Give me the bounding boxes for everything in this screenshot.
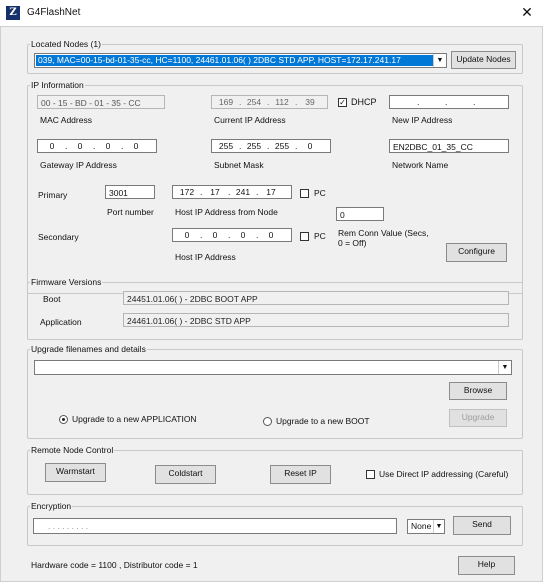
primary-pc-checkbox[interactable] bbox=[300, 189, 309, 198]
secondary-ip-octet-2: 0 bbox=[212, 230, 218, 240]
primary-pc-label: PC bbox=[314, 188, 326, 198]
port-number-label: Port number bbox=[107, 207, 154, 217]
direct-ip-label: Use Direct IP addressing (Careful) bbox=[379, 469, 509, 479]
secondary-label: Secondary bbox=[38, 232, 79, 242]
network-name-label: Network Name bbox=[392, 160, 449, 170]
new-ip-field[interactable]: . . . bbox=[389, 95, 509, 109]
mac-address-field: 00 - 15 - BD - 01 - 35 - CC bbox=[37, 95, 165, 109]
located-nodes-legend: Located Nodes (1) bbox=[30, 39, 102, 50]
subnet-octet-4: 0 bbox=[307, 141, 313, 151]
upgrade-filename-dropdown[interactable]: ▼ bbox=[34, 360, 512, 375]
rem-conn-label: Rem Conn Value (Secs, 0 = Off) bbox=[338, 228, 429, 248]
host-ip-octet-4: 17 bbox=[266, 187, 276, 197]
gateway-ip-octet-4: 0 bbox=[133, 141, 139, 151]
window-title: G4FlashNet bbox=[27, 7, 81, 18]
gateway-ip-octet-1: 0 bbox=[49, 141, 55, 151]
current-ip-label: Current IP Address bbox=[214, 115, 286, 125]
firmware-versions-legend: Firmware Versions bbox=[30, 277, 103, 288]
current-ip-octet-3: 112 bbox=[275, 97, 289, 107]
subnet-mask-field[interactable]: 255 . 255 . 255 . 0 bbox=[211, 139, 331, 153]
mac-address-label: MAC Address bbox=[40, 115, 92, 125]
update-nodes-button[interactable]: Update Nodes bbox=[451, 51, 516, 69]
host-ip-octet-2: 17 bbox=[210, 187, 220, 197]
current-ip-field: 169 . 254 . 112 . 39 bbox=[211, 95, 328, 109]
main-window: Located Nodes (1) 039, MAC=00-15-bd-01-3… bbox=[0, 26, 543, 582]
subnet-octet-1: 255 bbox=[218, 141, 234, 151]
gateway-ip-octet-2: 0 bbox=[77, 141, 83, 151]
secondary-ip-octet-4: 0 bbox=[268, 230, 274, 240]
located-nodes-dropdown[interactable]: 039, MAC=00-15-bd-01-35-cc, HC=1100, 244… bbox=[34, 53, 447, 68]
gateway-ip-octet-3: 0 bbox=[105, 141, 111, 151]
secondary-host-ip-label: Host IP Address bbox=[175, 252, 236, 262]
dhcp-checkbox[interactable]: ✓ bbox=[338, 98, 347, 107]
selected-node-text: 039, MAC=00-15-bd-01-35-cc, HC=1100, 244… bbox=[36, 55, 433, 66]
chevron-down-icon[interactable]: ▼ bbox=[498, 361, 511, 374]
rem-conn-value-field[interactable]: 0 bbox=[336, 207, 384, 221]
ip-separator: . bbox=[445, 97, 448, 107]
close-icon[interactable]: ✕ bbox=[518, 3, 536, 21]
current-ip-octet-1: 169 bbox=[218, 97, 234, 107]
secondary-ip-octet-1: 0 bbox=[184, 230, 190, 240]
app-logo-icon: Z bbox=[6, 6, 20, 20]
subnet-octet-2: 255 bbox=[246, 141, 262, 151]
current-ip-octet-2: 254 bbox=[246, 97, 262, 107]
secondary-host-ip-field[interactable]: 0 . 0 . 0 . 0 bbox=[172, 228, 292, 242]
send-button[interactable]: Send bbox=[453, 516, 511, 535]
host-ip-octet-3: 241 bbox=[235, 187, 251, 197]
gateway-ip-field[interactable]: 0 . 0 . 0 . 0 bbox=[37, 139, 157, 153]
subnet-octet-3: 255 bbox=[274, 141, 290, 151]
port-number-field[interactable]: 3001 bbox=[105, 185, 155, 199]
secondary-ip-octet-3: 0 bbox=[240, 230, 246, 240]
upgrade-legend: Upgrade filenames and details bbox=[30, 344, 147, 355]
network-name-field[interactable]: EN2DBC_01_35_CC bbox=[389, 139, 509, 153]
host-ip-octet-1: 172 bbox=[179, 187, 195, 197]
encryption-mode-dropdown[interactable]: None ▼ bbox=[407, 519, 445, 534]
encryption-mode-value: None bbox=[411, 521, 432, 531]
ip-separator: . bbox=[417, 97, 420, 107]
warmstart-button[interactable]: Warmstart bbox=[45, 463, 106, 482]
upgrade-boot-label: Upgrade to a new BOOT bbox=[276, 416, 370, 426]
title-bar: Z G4FlashNet ✕ bbox=[0, 0, 543, 26]
gateway-ip-label: Gateway IP Address bbox=[40, 160, 117, 170]
upgrade-application-radio[interactable] bbox=[59, 415, 68, 424]
host-ip-from-node-label: Host IP Address from Node bbox=[175, 207, 278, 217]
configure-button[interactable]: Configure bbox=[446, 243, 507, 262]
encryption-legend: Encryption bbox=[30, 501, 73, 512]
primary-label: Primary bbox=[38, 190, 68, 200]
upgrade-application-label: Upgrade to a new APPLICATION bbox=[72, 414, 197, 424]
boot-label: Boot bbox=[43, 294, 61, 304]
ip-separator: . bbox=[473, 97, 476, 107]
host-ip-from-node-field[interactable]: 172 . 17 . 241 . 17 bbox=[172, 185, 292, 199]
current-ip-octet-4: 39 bbox=[305, 97, 315, 107]
chevron-down-icon[interactable]: ▼ bbox=[433, 54, 446, 67]
reset-ip-button[interactable]: Reset IP bbox=[270, 465, 331, 484]
chevron-down-icon[interactable]: ▼ bbox=[433, 520, 444, 533]
dhcp-label: DHCP bbox=[351, 97, 377, 107]
new-ip-label: New IP Address bbox=[392, 115, 453, 125]
help-button[interactable]: Help bbox=[458, 556, 515, 575]
hardware-code-text: Hardware code = 1100 , Distributor code … bbox=[31, 560, 198, 570]
coldstart-button[interactable]: Coldstart bbox=[155, 465, 216, 484]
upgrade-button[interactable]: Upgrade bbox=[449, 409, 507, 427]
browse-button[interactable]: Browse bbox=[449, 382, 507, 400]
application-version-field: 24461.01.06( ) - 2DBC STD APP bbox=[123, 313, 509, 327]
remote-node-control-legend: Remote Node Control bbox=[30, 445, 115, 456]
encryption-key-field[interactable]: . . . . . . . . . bbox=[33, 518, 397, 534]
application-label: Application bbox=[40, 317, 82, 327]
subnet-mask-label: Subnet Mask bbox=[214, 160, 264, 170]
direct-ip-checkbox[interactable] bbox=[366, 470, 375, 479]
boot-version-field: 24451.01.06( ) - 2DBC BOOT APP bbox=[123, 291, 509, 305]
secondary-pc-label: PC bbox=[314, 231, 326, 241]
ip-information-legend: IP Information bbox=[30, 80, 85, 91]
secondary-pc-checkbox[interactable] bbox=[300, 232, 309, 241]
upgrade-boot-radio[interactable] bbox=[263, 417, 272, 426]
